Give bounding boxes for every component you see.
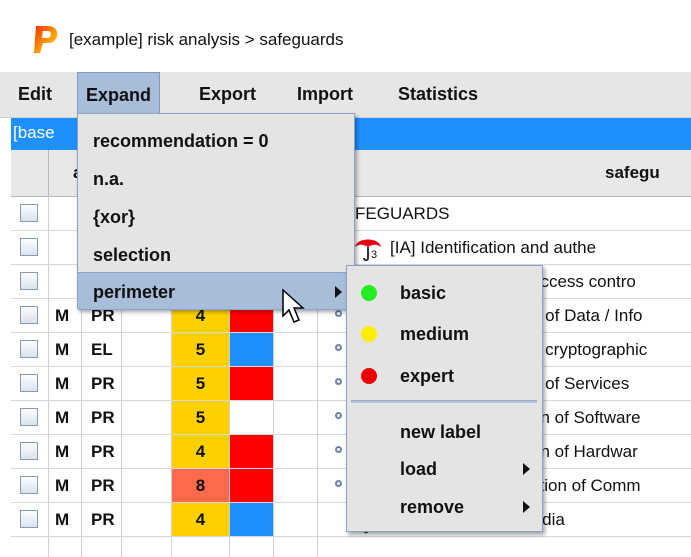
row-type: PR bbox=[91, 374, 115, 393]
tree-bullet-icon bbox=[335, 446, 342, 453]
submenu-item-remove[interactable]: remove bbox=[347, 486, 542, 528]
submenu-item-medium[interactable]: medium bbox=[347, 313, 542, 355]
row-level: M bbox=[55, 442, 70, 461]
row-checkbox[interactable] bbox=[20, 238, 38, 256]
row-type: EL bbox=[91, 340, 113, 359]
app-logo-icon bbox=[34, 26, 58, 53]
green-dot-icon bbox=[361, 285, 377, 301]
row-level: M bbox=[55, 510, 70, 529]
submenu-arrow-icon bbox=[335, 286, 342, 298]
row-checkbox[interactable] bbox=[20, 340, 38, 358]
row-value: 5 bbox=[195, 374, 206, 393]
row-color-swatch bbox=[230, 367, 273, 400]
row-level: M bbox=[55, 476, 70, 495]
row-value-cell: 4 bbox=[172, 503, 229, 536]
submenu-separator bbox=[351, 400, 537, 403]
row-type: PR bbox=[91, 510, 115, 529]
row-checkbox[interactable] bbox=[20, 476, 38, 494]
menu-edit[interactable]: Edit bbox=[10, 72, 60, 117]
row-safeguard-text: FEGUARDS bbox=[355, 204, 450, 223]
filter-bar-text: [base bbox=[13, 123, 55, 142]
remove-arrow-icon bbox=[523, 501, 530, 513]
title-bar: [example] risk analysis > safeguards bbox=[0, 0, 691, 72]
row-checkbox[interactable] bbox=[20, 272, 38, 290]
row-level: M bbox=[55, 306, 70, 325]
tree-bullet-icon bbox=[335, 412, 342, 419]
header-safeguards[interactable]: safegu bbox=[605, 163, 660, 183]
menu-item-perimeter[interactable]: perimeter bbox=[78, 272, 354, 310]
expand-dropdown-menu: recommendation = 0 n.a. {xor} selection … bbox=[77, 113, 355, 310]
submenu-label-load: load bbox=[400, 459, 438, 479]
submenu-label-medium: medium bbox=[400, 324, 470, 344]
row-color-swatch bbox=[230, 503, 273, 536]
row-value-cell: 8 bbox=[172, 469, 229, 502]
row-checkbox[interactable] bbox=[20, 442, 38, 460]
row-safeguard-text: ction of Comm bbox=[531, 476, 641, 495]
row-safeguard-text: n of Services bbox=[531, 374, 630, 393]
submenu-label-expert: expert bbox=[400, 366, 455, 386]
row-color-swatch bbox=[230, 401, 273, 434]
row-value: 4 bbox=[195, 442, 206, 461]
row-color-swatch bbox=[230, 435, 273, 468]
row-safeguard-text: g cryptographic bbox=[531, 340, 648, 359]
red-dot-icon bbox=[361, 368, 377, 384]
row-value-cell: 5 bbox=[172, 333, 229, 366]
menu-expand[interactable]: Expand bbox=[77, 72, 161, 117]
row-level: M bbox=[55, 408, 70, 427]
row-color-swatch bbox=[230, 333, 273, 366]
submenu-item-basic[interactable]: basic bbox=[347, 272, 542, 314]
row-value: 4 bbox=[195, 510, 206, 529]
row-value-cell: 4 bbox=[172, 435, 229, 468]
row-safeguard-text: on of Software bbox=[531, 408, 641, 427]
submenu-item-expert[interactable]: expert bbox=[347, 355, 542, 397]
submenu-label-remove: remove bbox=[400, 497, 465, 517]
menu-export[interactable]: Export bbox=[191, 72, 264, 117]
row-safeguard-text: access contro bbox=[531, 272, 636, 291]
menu-item-selection[interactable]: selection bbox=[78, 236, 354, 274]
tree-bullet-icon bbox=[335, 344, 342, 351]
row-level: M bbox=[55, 340, 70, 359]
menu-item-perimeter-label: perimeter bbox=[93, 282, 176, 302]
menu-item-xor[interactable]: {xor} bbox=[78, 198, 354, 236]
row-value-cell: 5 bbox=[172, 401, 229, 434]
row-value: 5 bbox=[195, 340, 206, 359]
row-checkbox[interactable] bbox=[20, 408, 38, 426]
tree-bullet-icon bbox=[335, 378, 342, 385]
row-checkbox[interactable] bbox=[20, 204, 38, 222]
submenu-label-new-label: new label bbox=[400, 422, 482, 442]
row-type: PR bbox=[91, 442, 115, 461]
row-safeguard-text: [IA] Identification and authe bbox=[390, 238, 597, 257]
yellow-dot-icon bbox=[361, 326, 377, 342]
menu-statistics[interactable]: Statistics bbox=[390, 72, 486, 117]
row-checkbox[interactable] bbox=[20, 510, 38, 528]
row-safeguard-text: n of Data / Info bbox=[531, 306, 643, 325]
tree-bullet-icon bbox=[335, 310, 342, 317]
submenu-item-new-label[interactable]: new label bbox=[347, 411, 542, 453]
menu-bar: Edit Expand Export Import Statistics bbox=[0, 72, 691, 118]
row-type: PR bbox=[91, 408, 115, 427]
perimeter-submenu: basic medium expert new label load remov… bbox=[346, 265, 543, 532]
row-color-swatch bbox=[230, 469, 273, 502]
row-value: 8 bbox=[195, 476, 206, 495]
mouse-cursor-icon bbox=[282, 288, 305, 323]
tree-bullet-icon bbox=[335, 480, 342, 487]
row-value: 5 bbox=[195, 408, 206, 427]
row-checkbox[interactable] bbox=[20, 374, 38, 392]
submenu-item-load[interactable]: load bbox=[347, 448, 542, 490]
row-value-cell: 5 bbox=[172, 367, 229, 400]
menu-item-recommendation[interactable]: recommendation = 0 bbox=[78, 122, 354, 160]
row-level: M bbox=[55, 374, 70, 393]
load-arrow-icon bbox=[523, 463, 530, 475]
submenu-label-basic: basic bbox=[400, 283, 447, 303]
window-title: [example] risk analysis > safeguards bbox=[69, 30, 344, 49]
row-checkbox[interactable] bbox=[20, 306, 38, 324]
row-safeguard-text: on of Hardwar bbox=[531, 442, 638, 461]
menu-item-na[interactable]: n.a. bbox=[78, 160, 354, 198]
red-umbrella-icon bbox=[355, 239, 381, 262]
menu-import[interactable]: Import bbox=[289, 72, 361, 117]
row-type: PR bbox=[91, 476, 115, 495]
